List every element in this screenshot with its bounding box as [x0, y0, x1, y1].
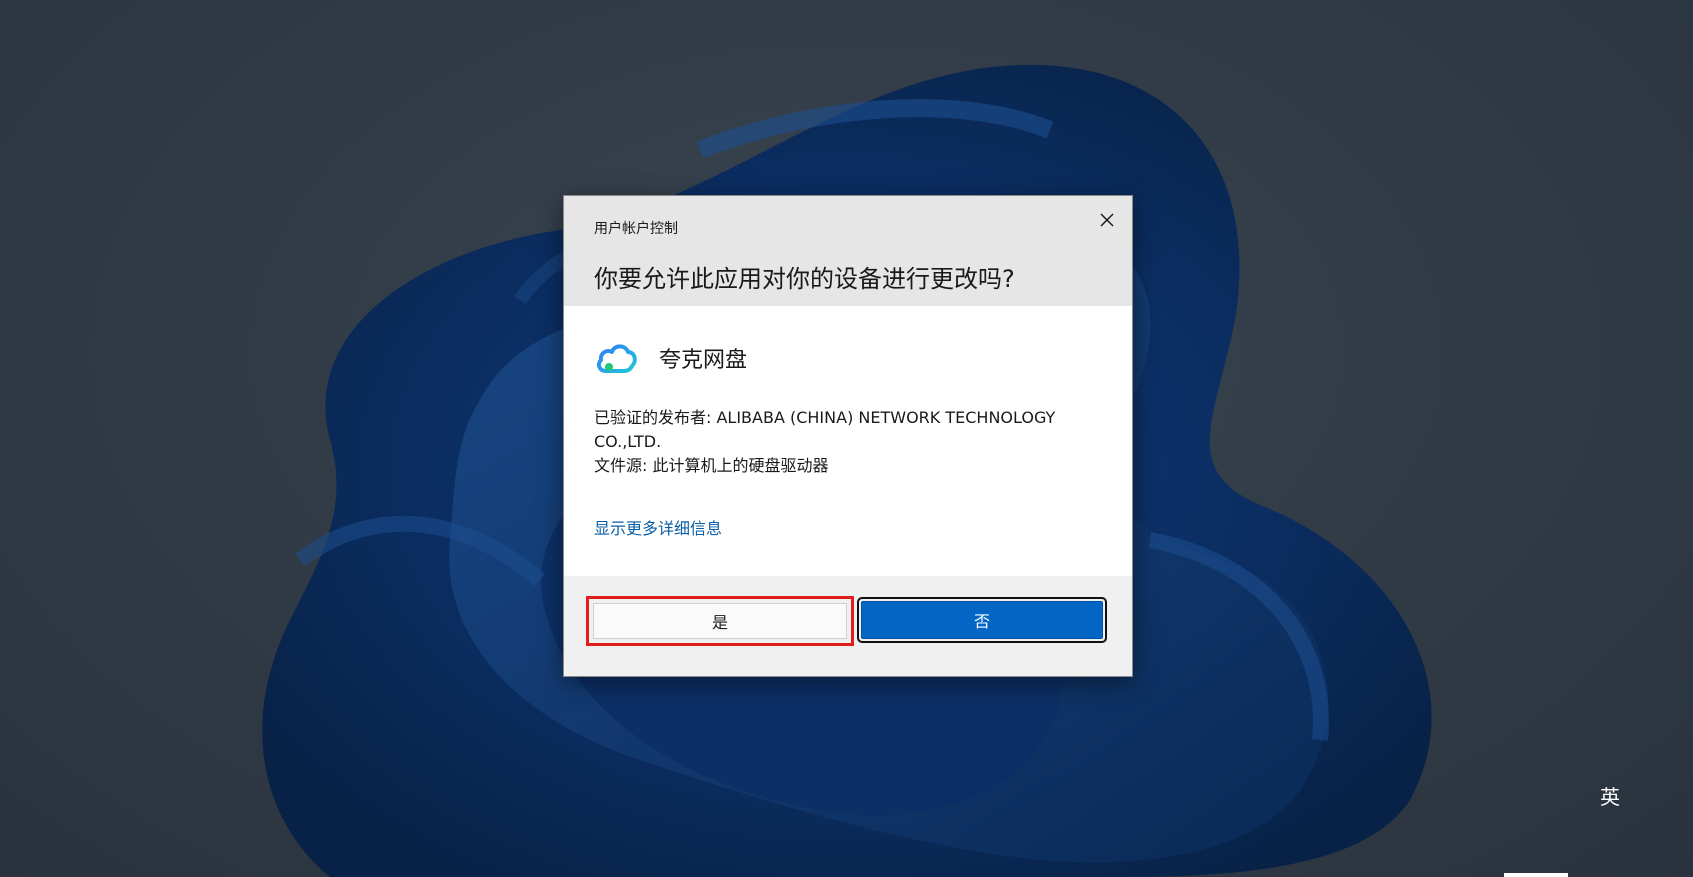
- file-origin-line: 文件源: 此计算机上的硬盘驱动器: [594, 456, 829, 475]
- ime-indicator[interactable]: 英: [1600, 781, 1620, 810]
- more-details-link[interactable]: 显示更多详细信息: [594, 515, 722, 539]
- window-title: 用户帐户控制: [594, 221, 678, 237]
- app-name: 夸克网盘: [659, 348, 748, 373]
- no-button[interactable]: 否: [861, 601, 1103, 639]
- uac-dialog: 用户帐户控制 你要允许此应用对你的设备进行更改吗? 夸克网盘 已验证的发布者:: [563, 195, 1133, 677]
- desktop: 用户帐户控制 你要允许此应用对你的设备进行更改吗? 夸克网盘 已验证的发布者:: [0, 0, 1693, 877]
- yes-button[interactable]: 是: [593, 603, 847, 639]
- quark-cloud-icon: [596, 344, 637, 373]
- yes-button-label: 是: [711, 613, 728, 632]
- uac-question: 你要允许此应用对你的设备进行更改吗?: [594, 265, 1015, 293]
- close-icon: [1100, 213, 1114, 227]
- uac-header: 用户帐户控制 你要允许此应用对你的设备进行更改吗?: [564, 196, 1132, 306]
- publisher-line: 已验证的发布者: ALIBABA (CHINA) NETWORK TECHNOL…: [594, 408, 1056, 451]
- close-button[interactable]: [1091, 204, 1123, 236]
- uac-footer: 是 否: [564, 576, 1132, 676]
- taskbar-edge: [1504, 873, 1568, 877]
- no-button-label: 否: [973, 612, 990, 631]
- publisher-info: 已验证的发布者: ALIBABA (CHINA) NETWORK TECHNOL…: [594, 406, 1094, 478]
